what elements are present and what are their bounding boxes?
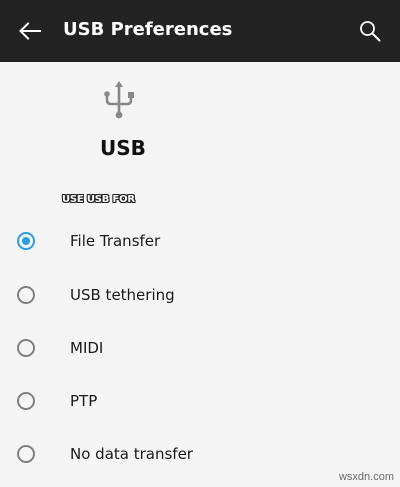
option-file-transfer[interactable]: File Transfer bbox=[0, 218, 400, 268]
search-icon bbox=[360, 21, 381, 42]
radio-button[interactable] bbox=[17, 232, 35, 250]
radio-button[interactable] bbox=[17, 445, 35, 463]
page-title: USB Preferences bbox=[63, 19, 233, 40]
usb-preferences-screen: USB Preferences USB USE USB FOR File Tra… bbox=[0, 0, 400, 487]
back-button[interactable] bbox=[10, 11, 50, 51]
radio-button[interactable] bbox=[17, 339, 35, 357]
option-label: MIDI bbox=[70, 339, 104, 357]
toolbar: USB Preferences bbox=[0, 0, 400, 62]
watermark: wsxdn.com bbox=[338, 471, 394, 483]
option-label: File Transfer bbox=[70, 232, 161, 250]
usb-icon bbox=[104, 81, 134, 119]
radio-button[interactable] bbox=[17, 392, 35, 410]
option-label: PTP bbox=[70, 392, 98, 410]
option-midi[interactable]: MIDI bbox=[0, 325, 400, 375]
option-ptp[interactable]: PTP bbox=[0, 378, 400, 428]
usb-heading: USB bbox=[100, 136, 146, 160]
option-label: No data transfer bbox=[70, 445, 193, 463]
arrow-left-icon bbox=[19, 22, 41, 40]
search-button[interactable] bbox=[350, 11, 390, 51]
radio-button[interactable] bbox=[17, 286, 35, 304]
section-header: USE USB FOR bbox=[62, 194, 135, 205]
option-usb-tethering[interactable]: USB tethering bbox=[0, 272, 400, 322]
option-label: USB tethering bbox=[70, 286, 175, 304]
